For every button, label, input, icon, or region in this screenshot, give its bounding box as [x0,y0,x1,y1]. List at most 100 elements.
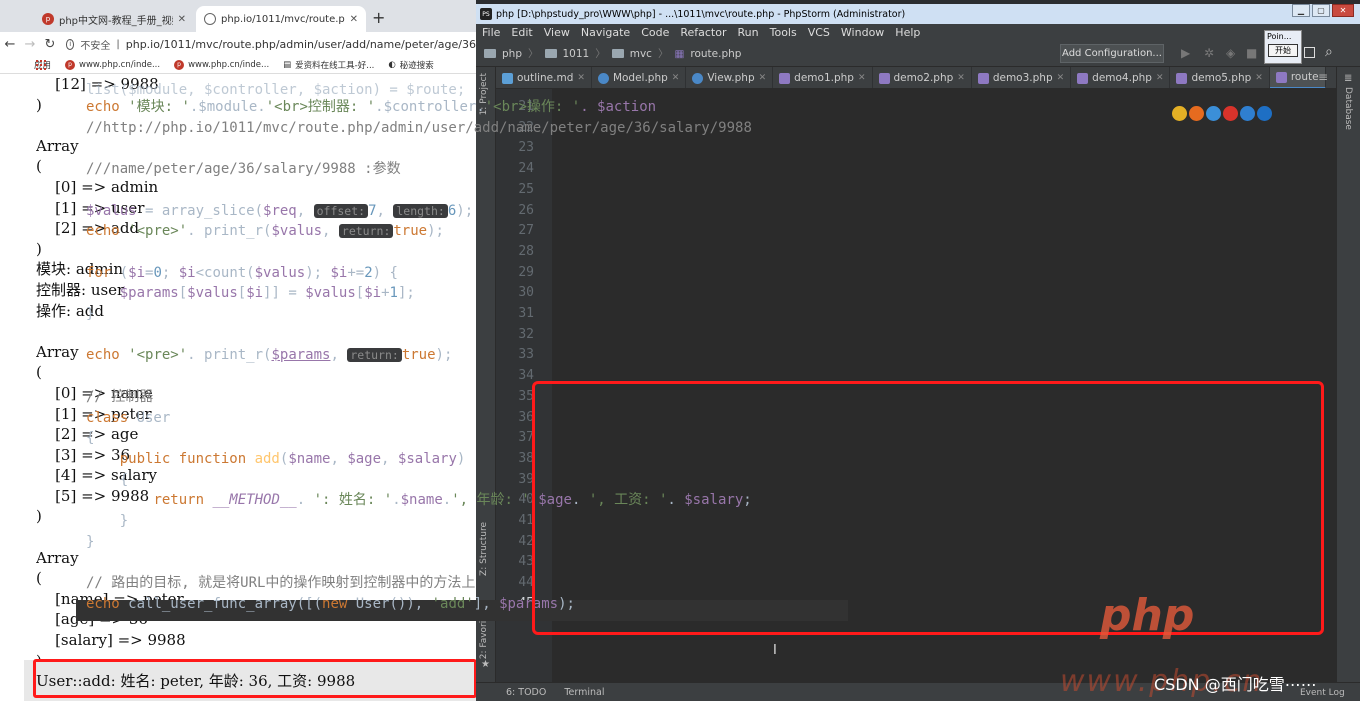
tab-view-php[interactable]: View.php ✕ [686,67,774,88]
tabs-overflow-icon[interactable]: ≡ [1318,70,1328,84]
close-icon[interactable]: ✕ [1156,73,1164,83]
folder-icon [484,49,496,58]
code-line-24: ///name/peter/age/36/salary/9988 :参数 [86,161,401,178]
menu-navigate[interactable]: Navigate [581,26,630,39]
bookmark-item[interactable]: p www.php.cn/inde... [174,59,269,70]
page-icon: ▤ [283,59,292,70]
php-favicon-icon: p [42,13,54,25]
todo-tool-tab[interactable]: 6: TODO [506,687,546,698]
close-icon[interactable]: ✕ [577,73,585,83]
menu-file[interactable]: File [482,26,500,39]
tab-model-php[interactable]: Model.php ✕ [592,67,687,88]
url-field[interactable]: i 不安全 | php.io/1011/mvc/route.php/admin/… [66,34,476,54]
close-icon[interactable]: ✕ [1255,73,1263,83]
param-hint: return: [347,348,402,363]
code-line-33: echo '<pre>'. print_r($params, return: tr… [86,347,453,364]
search-icon[interactable]: ⌕ [1325,44,1333,60]
event-log-tab[interactable]: Event Log [1300,688,1345,698]
bookmark-item[interactable]: p www.php.cn/inde... [65,59,160,70]
close-icon[interactable]: ✕ [1057,73,1065,83]
start-button[interactable]: 开始 [1268,44,1298,57]
terminal-tool-tab[interactable]: Terminal [564,687,604,698]
apps-grid-icon[interactable] [36,60,46,70]
safari-icon[interactable] [1206,106,1221,121]
tab-demo1-php[interactable]: demo1.php ✕ [773,67,873,88]
breadcrumb-mvc[interactable]: mvc [630,48,652,60]
new-tab-button[interactable]: + [372,8,385,27]
debug-icon[interactable]: ✲ [1204,46,1214,60]
breadcrumb-route[interactable]: route.php [690,48,741,60]
database-tool-tab[interactable]: Database [1343,87,1353,130]
folder-icon [611,49,624,58]
run-icon[interactable]: ▶ [1181,46,1190,60]
menu-code[interactable]: Code [641,26,669,39]
star-icon[interactable]: ★ [481,659,490,670]
ide-title-bar: PS php [D:\phpstudy_pro\WWW\php] - ...\1… [476,4,1360,24]
menu-bar: File Edit View Navigate Code Refactor Ru… [476,24,1360,41]
tab-demo5-php[interactable]: demo5.php ✕ [1170,67,1270,88]
close-icon[interactable]: ✕ [957,73,965,83]
author-credit: CSDN @西门吃雪⋯⋯ [1154,675,1317,694]
back-arrow-icon[interactable]: ← [0,37,20,52]
add-configuration-button[interactable]: Add Configuration... [1060,44,1164,63]
browser-preview-icons [1172,106,1272,121]
menu-vcs[interactable]: VCS [808,26,830,39]
output-line: [salary] => 9988 [36,631,186,650]
menu-window[interactable]: Window [841,26,884,39]
close-icon[interactable]: ✕ [858,73,866,83]
php-file-icon [1275,71,1287,83]
tab-outline-md[interactable]: outline.md ✕ [496,67,592,88]
bookmark-item[interactable]: ◐ 秘迹搜索 [388,59,433,71]
param-hint: offset: [313,203,369,218]
menu-view[interactable]: View [544,26,570,39]
close-icon[interactable]: ✕ [350,14,358,25]
firefox-icon[interactable] [1189,106,1204,121]
menu-edit[interactable]: Edit [511,26,532,39]
highlight-box-result [33,659,476,698]
browser-tab-strip: p php中文网-教程_手册_视频-免 ✕ php.io/1011/mvc/ro… [0,0,476,32]
chevron-right-icon: 〉 [528,48,539,60]
breadcrumb-php[interactable]: php [502,48,522,60]
minimize-icon[interactable]: ▁ [1292,4,1310,17]
close-icon[interactable]: ✕ [178,14,186,25]
info-icon[interactable]: i [66,38,75,50]
breadcrumb-1011[interactable]: 1011 [563,48,590,60]
forward-arrow-icon[interactable]: → [20,37,40,52]
chrome-icon[interactable] [1172,106,1187,121]
browser-tab-phpcn[interactable]: p php中文网-教程_手册_视频-免 ✕ [34,6,194,32]
menu-help[interactable]: Help [895,26,920,39]
tab-demo2-php[interactable]: demo2.php ✕ [873,67,972,88]
tab-demo3-php[interactable]: demo3.php ✕ [972,67,1072,88]
close-icon[interactable]: ✕ [759,73,767,83]
php-file-icon [878,72,890,84]
stop-icon[interactable]: ■ [1246,46,1257,60]
php-file-icon [977,72,989,84]
address-bar: ← → ↻ i 不安全 | php.io/1011/mvc/route.php/… [0,32,476,56]
php-file-icon: ▦ [674,47,685,60]
bookmark-item[interactable]: ▤ 爱资料在线工具-好... [283,59,374,71]
menu-tools[interactable]: Tools [770,26,797,39]
close-icon[interactable]: ✕ [672,73,680,83]
reload-icon[interactable]: ↻ [40,37,60,52]
chevron-right-icon: 〉 [595,48,606,60]
tab-demo4-php[interactable]: demo4.php ✕ [1071,67,1171,88]
maximize-icon[interactable]: ▢ [1312,4,1330,17]
code-line-31: } [86,306,95,323]
param-hint: return: [338,224,394,239]
ie-icon[interactable] [1240,106,1255,121]
opera-icon[interactable] [1223,106,1238,121]
php-file-icon [1077,72,1089,84]
menu-run[interactable]: Run [738,26,759,39]
php-logo-watermark: php [1100,590,1195,641]
window-toggle-icon[interactable] [1304,47,1315,58]
coverage-icon[interactable]: ◈ [1226,46,1235,60]
php-file-icon [779,72,791,84]
edge-icon[interactable] [1257,106,1272,121]
browser-tab-route[interactable]: php.io/1011/mvc/route.php/a ✕ [196,6,366,32]
close-icon[interactable]: ✕ [1332,4,1354,17]
menu-refactor[interactable]: Refactor [680,26,726,39]
database-icon[interactable]: ≣ [1344,73,1352,84]
